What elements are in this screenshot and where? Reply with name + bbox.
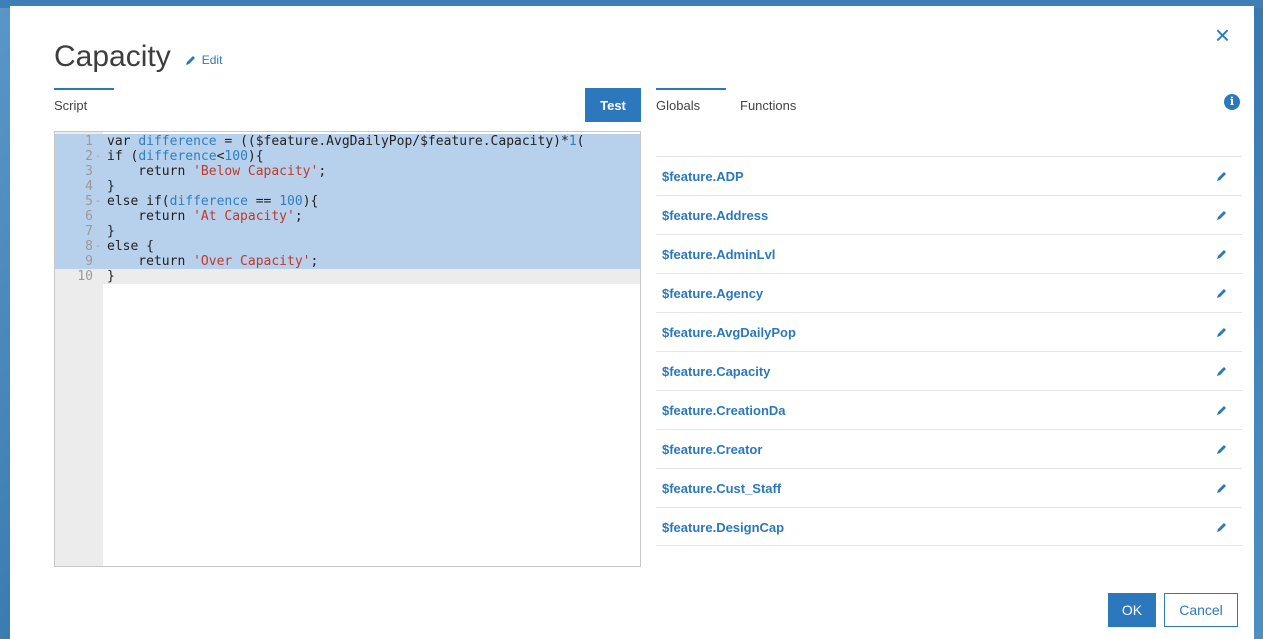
info-icon[interactable]: i: [1224, 94, 1240, 110]
code-text: }: [107, 224, 115, 239]
pencil-icon[interactable]: [1216, 482, 1228, 494]
global-variable-item[interactable]: $feature.AvgDailyPop: [656, 312, 1242, 351]
line-number: 2: [85, 149, 93, 164]
global-variable-item[interactable]: $feature.DesignCap: [656, 507, 1242, 546]
dialog-title: Capacity: [54, 40, 171, 73]
code-area[interactable]: 1 var difference = (($feature.AvgDailyPop…: [55, 134, 640, 284]
pencil-icon[interactable]: [1216, 521, 1228, 533]
pencil-icon[interactable]: [1216, 326, 1228, 338]
code-text: return 'At Capacity';: [107, 209, 303, 224]
code-text: else if(difference == 100){: [107, 194, 319, 209]
code-text: return 'Below Capacity';: [107, 164, 327, 179]
code-text: }: [107, 179, 115, 194]
code-line[interactable]: 9 return 'Over Capacity';: [55, 254, 640, 269]
line-number: 7: [85, 224, 93, 239]
dialog-header: Capacity Edit: [54, 40, 222, 74]
code-line[interactable]: 3 return 'Below Capacity';: [55, 164, 640, 179]
global-variable-item[interactable]: $feature.Cust_Staff: [656, 468, 1242, 507]
global-variable-item[interactable]: $feature.AdminLvl: [656, 234, 1242, 273]
fold-marker[interactable]: -: [95, 149, 103, 164]
global-variable-name[interactable]: $feature.Cust_Staff: [662, 481, 781, 496]
cancel-button[interactable]: Cancel: [1164, 593, 1238, 627]
line-number: 9: [85, 254, 93, 269]
code-line[interactable]: 6 return 'At Capacity';: [55, 209, 640, 224]
code-line[interactable]: 1 var difference = (($feature.AvgDailyPop…: [55, 134, 640, 149]
edit-label: Edit: [201, 53, 223, 67]
global-variable-name[interactable]: $feature.ADP: [662, 169, 744, 184]
pencil-icon[interactable]: [1216, 209, 1228, 221]
code-text: if (difference<100){: [107, 149, 264, 164]
code-line[interactable]: 7}: [55, 224, 640, 239]
fold-marker[interactable]: -: [95, 239, 103, 254]
pencil-icon[interactable]: [1216, 287, 1228, 299]
pencil-icon: [185, 56, 195, 65]
expression-dialog: × Capacity Edit Script Test 1 var differe…: [10, 6, 1254, 639]
global-variable-item[interactable]: $feature.Agency: [656, 273, 1242, 312]
global-variable-name[interactable]: $feature.AvgDailyPop: [662, 325, 796, 340]
fold-marker[interactable]: -: [95, 194, 103, 209]
code-text: }: [107, 269, 115, 284]
global-variable-name[interactable]: $feature.DesignCap: [662, 520, 784, 535]
ok-button[interactable]: OK: [1108, 593, 1156, 627]
global-variable-name[interactable]: $feature.AdminLvl: [662, 247, 775, 262]
pencil-icon[interactable]: [1216, 170, 1228, 182]
global-variable-name[interactable]: $feature.Creator: [662, 442, 762, 457]
line-number: 4: [85, 179, 93, 194]
test-button[interactable]: Test: [585, 88, 641, 122]
global-variable-item[interactable]: $feature.Capacity: [656, 351, 1242, 390]
global-variable-item[interactable]: $feature.Creator: [656, 429, 1242, 468]
global-variable-name[interactable]: $feature.Agency: [662, 286, 763, 301]
line-number: 6: [85, 209, 93, 224]
line-number: 1: [85, 134, 93, 149]
code-editor[interactable]: 1 var difference = (($feature.AvgDailyPop…: [54, 131, 641, 567]
line-number: 8: [85, 239, 93, 254]
global-variable-item[interactable]: $feature.Address: [656, 195, 1242, 234]
code-text: var difference = (($feature.AvgDailyPop/…: [107, 134, 585, 149]
code-line[interactable]: 5- else if(difference == 100){: [55, 194, 640, 209]
pencil-icon[interactable]: [1216, 248, 1228, 260]
tab-globals[interactable]: Globals: [656, 88, 727, 113]
line-number: 5: [85, 194, 93, 209]
edit-title-link[interactable]: Edit: [185, 53, 223, 67]
pencil-icon[interactable]: [1216, 404, 1228, 416]
globals-tabbar: Globals Functions i: [656, 88, 1246, 122]
global-variable-item[interactable]: $feature.CreationDa: [656, 390, 1242, 429]
pencil-icon[interactable]: [1216, 365, 1228, 377]
code-line[interactable]: 4}: [55, 179, 640, 194]
code-line[interactable]: 10}: [55, 269, 640, 284]
global-variable-name[interactable]: $feature.Address: [662, 208, 768, 223]
pencil-icon[interactable]: [1216, 443, 1228, 455]
close-icon[interactable]: ×: [1215, 20, 1230, 50]
line-number: 10: [77, 269, 93, 284]
global-variable-name[interactable]: $feature.CreationDa: [662, 403, 786, 418]
global-variable-name[interactable]: $feature.Capacity: [662, 364, 770, 379]
tab-script[interactable]: Script: [54, 88, 115, 113]
code-text: else {: [107, 239, 154, 254]
script-tabbar: Script Test: [54, 88, 641, 122]
code-text: return 'Over Capacity';: [107, 254, 319, 269]
code-line[interactable]: 2- if (difference<100){: [55, 149, 640, 164]
global-variable-item[interactable]: $feature.ADP: [656, 156, 1242, 195]
code-line[interactable]: 8- else {: [55, 239, 640, 254]
tab-functions[interactable]: Functions: [740, 88, 796, 113]
line-number: 3: [85, 164, 93, 179]
globals-list: $feature.ADP $feature.Address $feature.Adm…: [656, 156, 1242, 546]
